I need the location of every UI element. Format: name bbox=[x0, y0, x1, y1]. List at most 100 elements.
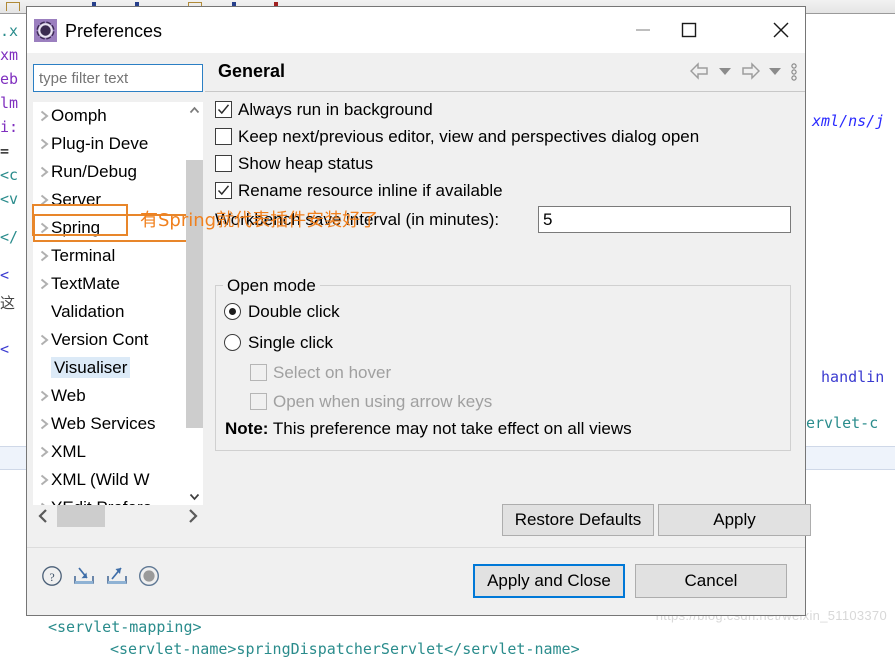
note-prefix: Note: bbox=[225, 419, 269, 438]
tree-item-label: YEdit Prefere bbox=[51, 498, 152, 505]
minimize-button[interactable] bbox=[620, 7, 666, 53]
maximize-button[interactable] bbox=[666, 7, 712, 53]
tree-item-web[interactable]: Web bbox=[33, 382, 203, 410]
tree-item-spring[interactable]: Spring bbox=[33, 214, 203, 242]
tree-scroll-thumb[interactable] bbox=[186, 160, 203, 428]
workbench-save-interval-row: Workbench save interval (in minutes): bbox=[205, 206, 805, 236]
code-fragment: <v bbox=[0, 190, 19, 208]
page-content: Always run in background Keep next/previo… bbox=[205, 92, 805, 496]
save-interval-label: Workbench save interval (in minutes): bbox=[215, 210, 500, 229]
page-title: General bbox=[218, 61, 286, 81]
chevron-right-icon[interactable] bbox=[38, 382, 50, 410]
h-scroll-thumb[interactable] bbox=[57, 505, 105, 527]
cancel-button[interactable]: Cancel bbox=[635, 564, 787, 598]
chevron-right-icon[interactable] bbox=[38, 158, 50, 186]
tree-item-validation[interactable]: Validation bbox=[33, 298, 203, 326]
chevron-down-icon[interactable] bbox=[767, 61, 783, 81]
oomph-recorder-icon[interactable] bbox=[138, 565, 160, 587]
close-button[interactable] bbox=[758, 7, 804, 53]
export-icon[interactable] bbox=[105, 565, 129, 587]
chevron-right-icon[interactable] bbox=[38, 466, 50, 494]
checkbox-indicator[interactable] bbox=[215, 155, 232, 172]
tree-item-label: Web Services bbox=[51, 414, 156, 433]
tree-item-label: Run/Debug bbox=[51, 162, 138, 181]
chevron-right-icon[interactable] bbox=[38, 214, 50, 242]
chevron-right-icon[interactable] bbox=[38, 410, 50, 438]
apply-button[interactable]: Apply bbox=[658, 504, 811, 536]
general-checkbox[interactable]: Always run in background bbox=[205, 96, 805, 123]
tree-item-visualiser[interactable]: Visualiser bbox=[33, 354, 203, 382]
chevron-right-icon[interactable] bbox=[38, 298, 50, 326]
checkbox-indicator bbox=[250, 364, 267, 381]
tree-item-terminal[interactable]: Terminal bbox=[33, 242, 203, 270]
tree-item-label: Web bbox=[51, 386, 86, 405]
open-mode-content: Double click Single click Select on hover O… bbox=[215, 296, 791, 442]
help-icon[interactable]: ? bbox=[41, 565, 63, 587]
chevron-right-icon[interactable] bbox=[38, 186, 50, 214]
scroll-left-icon[interactable] bbox=[33, 505, 55, 527]
chevron-right-icon[interactable] bbox=[38, 354, 50, 382]
code-fragment: eb bbox=[0, 70, 19, 88]
checkbox-indicator[interactable] bbox=[215, 101, 232, 118]
scroll-up-icon[interactable] bbox=[186, 102, 203, 119]
checkbox-label: Keep next/previous editor, view and pers… bbox=[238, 127, 700, 146]
tree-item-xml-wild-w[interactable]: XML (Wild W bbox=[33, 466, 203, 494]
chevron-right-icon[interactable] bbox=[38, 326, 50, 354]
code-fragment: < bbox=[0, 266, 10, 284]
code-fragment: <servlet-name>springDispatcherServlet</s… bbox=[110, 640, 580, 658]
tree-item-yedit-prefere[interactable]: YEdit Prefere bbox=[33, 494, 203, 505]
tree-horizontal-scrollbar[interactable] bbox=[33, 505, 203, 527]
checkbox-indicator[interactable] bbox=[215, 128, 232, 145]
import-icon[interactable] bbox=[72, 565, 96, 587]
checkbox-indicator[interactable] bbox=[215, 182, 232, 199]
general-checkbox[interactable]: Show heap status bbox=[205, 150, 805, 177]
general-checkbox[interactable]: Rename resource inline if available bbox=[205, 177, 805, 204]
radio-indicator[interactable] bbox=[224, 303, 241, 320]
tree-item-label: Version Cont bbox=[51, 330, 149, 349]
apply-and-close-button[interactable]: Apply and Close bbox=[473, 564, 625, 598]
radio-dot bbox=[229, 308, 236, 315]
scroll-right-icon[interactable] bbox=[181, 505, 203, 527]
tree-item-label: Spring bbox=[51, 218, 101, 237]
restore-defaults-button[interactable]: Restore Defaults bbox=[502, 504, 654, 536]
chevron-right-icon[interactable] bbox=[38, 438, 50, 466]
forward-arrow-icon[interactable] bbox=[740, 61, 761, 81]
chevron-right-icon[interactable] bbox=[38, 270, 50, 298]
svg-text:?: ? bbox=[49, 570, 54, 584]
code-fragment: ervlet-c bbox=[806, 414, 879, 432]
chevron-right-icon[interactable] bbox=[38, 494, 50, 505]
tree-item-xml[interactable]: XML bbox=[33, 438, 203, 466]
chevron-right-icon[interactable] bbox=[38, 102, 50, 130]
code-fragment: .x bbox=[0, 22, 19, 40]
preferences-tree[interactable]: Oomph Plug-in Deve Run/Debug Server Spring Te… bbox=[33, 102, 203, 505]
open-mode-legend: Open mode bbox=[223, 276, 320, 296]
tree-item-server[interactable]: Server bbox=[33, 186, 203, 214]
view-menu-icon[interactable] bbox=[789, 61, 799, 81]
tree-item-version-cont[interactable]: Version Cont bbox=[33, 326, 203, 354]
general-checkbox[interactable]: Keep next/previous editor, view and pers… bbox=[205, 123, 805, 150]
checkbox-label: Show heap status bbox=[238, 154, 374, 173]
back-arrow-icon[interactable] bbox=[689, 61, 710, 81]
dialog-bottom-bar: ? Apply and Close Cancel bbox=[27, 547, 805, 615]
filter-input[interactable] bbox=[34, 65, 202, 91]
open-mode-radio[interactable]: Single click bbox=[215, 327, 791, 358]
save-interval-field[interactable] bbox=[538, 206, 791, 233]
chevron-right-icon[interactable] bbox=[38, 242, 50, 270]
open-mode-radio[interactable]: Double click bbox=[215, 296, 791, 327]
dialog-titlebar[interactable]: Preferences bbox=[27, 7, 805, 53]
tree-item-web-services[interactable]: Web Services bbox=[33, 410, 203, 438]
chevron-right-icon[interactable] bbox=[38, 130, 50, 158]
tree-item-textmate[interactable]: TextMate bbox=[33, 270, 203, 298]
radio-indicator[interactable] bbox=[224, 334, 241, 351]
tree-vertical-scrollbar[interactable] bbox=[186, 102, 203, 505]
tree-item-run-debug[interactable]: Run/Debug bbox=[33, 158, 203, 186]
tree-item-oomph[interactable]: Oomph bbox=[33, 102, 203, 130]
checkbox-label: Rename resource inline if available bbox=[238, 181, 503, 200]
filter-field[interactable] bbox=[33, 64, 203, 92]
checkbox-label: Select on hover bbox=[273, 363, 392, 382]
tree-item-label: TextMate bbox=[51, 274, 120, 293]
save-interval-input[interactable] bbox=[539, 207, 790, 232]
tree-item-plug-in-deve[interactable]: Plug-in Deve bbox=[33, 130, 203, 158]
scroll-down-icon[interactable] bbox=[186, 488, 203, 505]
chevron-down-icon[interactable] bbox=[717, 61, 733, 81]
